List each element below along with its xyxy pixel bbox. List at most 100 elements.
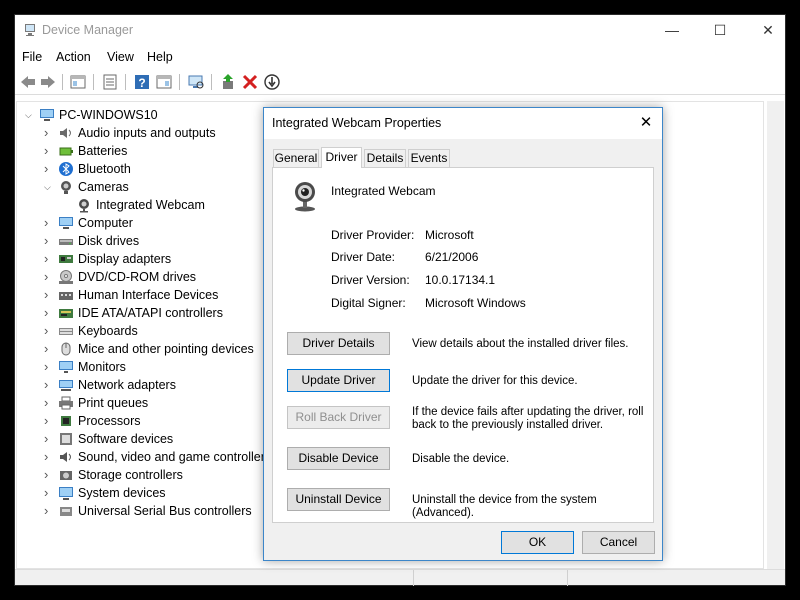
tree-item-label: Computer [78, 216, 133, 230]
tree-item-label: Monitors [78, 360, 126, 374]
menu-view[interactable]: View [107, 50, 134, 64]
driver-date-value: 6/21/2006 [425, 250, 479, 264]
system-device-icon [59, 487, 73, 500]
roll-back-driver-button[interactable]: Roll Back Driver [287, 406, 390, 429]
help-icon[interactable]: ? [133, 73, 151, 91]
properties-dialog: Integrated Webcam Properties ✕ General D… [263, 107, 663, 561]
cancel-button[interactable]: Cancel [582, 531, 655, 554]
properties-icon[interactable] [101, 73, 119, 91]
chevron-right-icon[interactable]: › [44, 430, 54, 448]
webcam-icon [79, 199, 89, 213]
tab-events[interactable]: Events [408, 149, 450, 168]
chevron-right-icon[interactable]: › [44, 358, 54, 376]
speaker-icon [60, 128, 71, 138]
tree-item-label: Human Interface Devices [78, 288, 219, 302]
toolbar-separator [211, 74, 212, 90]
tree-item-label: Bluetooth [78, 162, 131, 176]
driver-details-button[interactable]: Driver Details [287, 332, 390, 355]
tree-item-label: Cameras [78, 180, 129, 194]
hid-icon [59, 292, 73, 300]
display-adapter-icon [59, 255, 73, 263]
battery-icon [59, 147, 73, 156]
chevron-right-icon[interactable]: › [44, 502, 54, 520]
dialog-close-button[interactable]: ✕ [634, 112, 658, 134]
network-adapter-icon [59, 380, 73, 391]
tab-driver[interactable]: Driver [321, 147, 362, 168]
chevron-right-icon[interactable]: › [44, 484, 54, 502]
chevron-right-icon[interactable]: › [44, 304, 54, 322]
disable-device-button[interactable]: Disable Device [287, 447, 390, 470]
status-divider [413, 570, 414, 586]
driver-details-description: View details about the installed driver … [412, 338, 629, 350]
digital-signer-value: Microsoft Windows [425, 296, 526, 310]
chevron-right-icon[interactable]: › [44, 322, 54, 340]
driver-provider-value: Microsoft [425, 228, 474, 242]
toolbar: ? [15, 69, 785, 95]
tree-item-label: Audio inputs and outputs [78, 126, 216, 140]
uninstall-icon[interactable] [241, 73, 259, 91]
printer-icon [59, 396, 73, 410]
view-icon[interactable] [155, 73, 173, 91]
tree-root-label: PC-WINDOWS10 [59, 108, 158, 122]
mouse-icon [61, 342, 71, 356]
close-button[interactable]: ✕ [745, 15, 791, 46]
chevron-right-icon[interactable]: › [44, 466, 54, 484]
webcam-icon [295, 182, 315, 212]
device-manager-icon [25, 24, 35, 36]
show-hide-tree-icon[interactable] [69, 73, 87, 91]
chevron-right-icon[interactable]: › [44, 214, 54, 232]
scan-hardware-icon[interactable] [187, 73, 205, 91]
chevron-right-icon[interactable]: › [44, 340, 54, 358]
driver-tab-panel: Integrated Webcam Driver Provider: Micro… [272, 167, 654, 523]
minimize-button[interactable]: — [649, 15, 695, 46]
chevron-right-icon[interactable]: › [44, 394, 54, 412]
forward-icon[interactable] [39, 73, 57, 91]
menu-help[interactable]: Help [147, 50, 173, 64]
toolbar-separator [179, 74, 180, 90]
tree-item-label: Universal Serial Bus controllers [78, 504, 252, 518]
chevron-right-icon[interactable]: › [44, 124, 54, 142]
tree-item-label: Sound, video and game controllers [78, 450, 272, 464]
monitor-icon [59, 361, 73, 373]
update-driver-icon[interactable] [219, 73, 237, 91]
toolbar-separator [125, 74, 126, 90]
chevron-down-icon[interactable]: ⌵ [44, 178, 54, 196]
tree-item-label: System devices [78, 486, 166, 500]
tree-item-label: Keyboards [78, 324, 138, 338]
tab-details[interactable]: Details [364, 149, 406, 168]
menu-file[interactable]: File [22, 50, 42, 64]
tree-item-label: IDE ATA/ATAPI controllers [78, 306, 223, 320]
chevron-right-icon[interactable]: › [44, 160, 54, 178]
tree-item-label: Network adapters [78, 378, 176, 392]
chevron-right-icon[interactable]: › [44, 448, 54, 466]
keyboard-icon [59, 328, 73, 335]
chevron-right-icon[interactable]: › [44, 268, 54, 286]
dialog-title: Integrated Webcam Properties [272, 116, 442, 130]
back-icon[interactable] [19, 73, 37, 91]
tree-item-label: Batteries [78, 144, 128, 158]
tree-item-label: Display adapters [78, 252, 172, 266]
tree-item-label: Processors [78, 414, 141, 428]
ok-button[interactable]: OK [501, 531, 574, 554]
chevron-down-icon[interactable]: ⌵ [25, 106, 35, 124]
chevron-right-icon[interactable]: › [44, 142, 54, 160]
chevron-right-icon[interactable]: › [44, 232, 54, 250]
driver-provider-label: Driver Provider: [331, 228, 415, 242]
title-bar: Device Manager — ☐ ✕ [15, 15, 785, 47]
status-divider [567, 570, 568, 586]
tree-item-label: DVD/CD-ROM drives [78, 270, 197, 284]
uninstall-device-button[interactable]: Uninstall Device [287, 488, 390, 511]
menu-action[interactable]: Action [56, 50, 91, 64]
tab-general[interactable]: General [273, 149, 319, 168]
chevron-right-icon[interactable]: › [44, 412, 54, 430]
chevron-right-icon[interactable]: › [44, 376, 54, 394]
disable-device-icon[interactable] [263, 73, 281, 91]
update-driver-button[interactable]: Update Driver [287, 369, 390, 392]
tree-item-label: Integrated Webcam [96, 198, 205, 212]
disable-device-description: Disable the device. [412, 453, 510, 465]
chevron-right-icon[interactable]: › [44, 286, 54, 304]
vertical-scrollbar[interactable] [767, 101, 784, 569]
maximize-button[interactable]: ☐ [697, 15, 743, 46]
processor-icon [61, 416, 71, 426]
chevron-right-icon[interactable]: › [44, 250, 54, 268]
